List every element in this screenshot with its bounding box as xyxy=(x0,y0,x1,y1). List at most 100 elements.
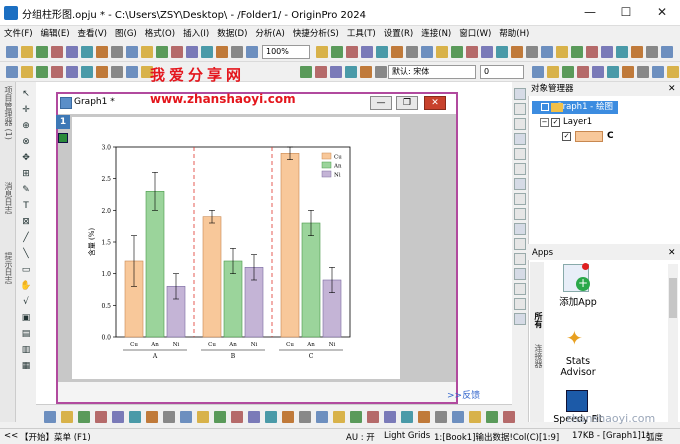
plot-tool-icon[interactable] xyxy=(197,411,209,423)
feedback-link[interactable]: >>反馈 xyxy=(447,388,480,401)
format-button-icon[interactable] xyxy=(36,66,48,78)
format-button-icon[interactable] xyxy=(532,66,544,78)
format-button-icon[interactable] xyxy=(96,66,108,78)
toolbar-button-icon[interactable] xyxy=(586,46,598,58)
graph-restore-button[interactable]: ❐ xyxy=(396,96,418,110)
graph-close-button[interactable]: ✕ xyxy=(424,96,446,110)
toolbar-button-icon[interactable] xyxy=(126,46,138,58)
apps-tab-connectors[interactable]: 连接器 xyxy=(532,344,544,368)
toolbar-button-icon[interactable] xyxy=(421,46,433,58)
status-au[interactable]: AU : 开 xyxy=(346,431,375,443)
tool-icon[interactable]: ╱ xyxy=(20,232,32,244)
plot-tool-icon[interactable] xyxy=(265,411,277,423)
status-angle[interactable]: 弧度 xyxy=(646,431,663,443)
collapse-icon[interactable]: − xyxy=(540,118,549,127)
format-button-icon[interactable] xyxy=(652,66,664,78)
plot-tool-icon[interactable] xyxy=(112,411,124,423)
plot-tool-icon[interactable] xyxy=(333,411,345,423)
tool-icon[interactable]: ▥ xyxy=(20,344,32,356)
toolbar-button-icon[interactable] xyxy=(171,46,183,58)
toolbar-button-icon[interactable] xyxy=(541,46,553,58)
zoom-select[interactable]: 100% xyxy=(262,45,310,59)
plot-tool-icon[interactable] xyxy=(180,411,192,423)
format-button-icon[interactable] xyxy=(562,66,574,78)
format-button-icon[interactable] xyxy=(375,66,387,78)
plot-tool-icon[interactable] xyxy=(452,411,464,423)
format-button-icon[interactable] xyxy=(592,66,604,78)
toolbar-button-icon[interactable] xyxy=(661,46,673,58)
tool-icon[interactable]: ▣ xyxy=(20,312,32,324)
plot-tool-icon[interactable] xyxy=(61,411,73,423)
toolbar-button-icon[interactable] xyxy=(616,46,628,58)
plot-tool-icon[interactable] xyxy=(146,411,158,423)
plot-tool-icon[interactable] xyxy=(384,411,396,423)
format-button-icon[interactable] xyxy=(547,66,559,78)
tool-icon[interactable]: ✥ xyxy=(20,152,32,164)
lock-icon[interactable] xyxy=(58,133,68,143)
graph-tool-icon[interactable] xyxy=(514,88,526,100)
graph-page[interactable]: 0.0 0.5 1.0 1.5 2.0 2.5 3.0 含量 (%) Cu An Ni A Cu An Ni… xyxy=(72,117,400,379)
tool-icon[interactable]: √ xyxy=(20,296,32,308)
toolbar-button-icon[interactable] xyxy=(111,46,123,58)
plot-tool-icon[interactable] xyxy=(316,411,328,423)
toolbar-button-icon[interactable] xyxy=(481,46,493,58)
tool-icon[interactable]: ▭ xyxy=(20,264,32,276)
graph-tool-icon[interactable] xyxy=(514,148,526,160)
format-button-icon[interactable] xyxy=(345,66,357,78)
menu-item-7[interactable]: 分析(A) xyxy=(251,26,288,42)
toolbar-button-icon[interactable] xyxy=(346,46,358,58)
menu-item-9[interactable]: 工具(T) xyxy=(343,26,380,42)
toolbar-button-icon[interactable] xyxy=(141,46,153,58)
format-button-icon[interactable] xyxy=(51,66,63,78)
plot-checkbox[interactable]: ✓ xyxy=(562,132,571,141)
toolbar-button-icon[interactable] xyxy=(451,46,463,58)
menu-item-3[interactable]: 图(G) xyxy=(111,26,141,42)
menu-item-4[interactable]: 格式(O) xyxy=(141,26,179,42)
graph-tool-icon[interactable] xyxy=(514,178,526,190)
toolbar-button-icon[interactable] xyxy=(66,46,78,58)
format-button-icon[interactable] xyxy=(360,66,372,78)
toolbar-button-icon[interactable] xyxy=(571,46,583,58)
plot-tool-icon[interactable] xyxy=(163,411,175,423)
plot-tool-icon[interactable] xyxy=(299,411,311,423)
close-icon[interactable]: ✕ xyxy=(668,248,676,258)
hint-log-tab[interactable]: 提示日志 xyxy=(2,252,14,284)
graph-tool-icon[interactable] xyxy=(514,268,526,280)
toolbar-button-icon[interactable] xyxy=(646,46,658,58)
menu-item-0[interactable]: 文件(F) xyxy=(0,26,37,42)
plot-tool-icon[interactable] xyxy=(401,411,413,423)
stats-advisor-label[interactable]: Stats Advisor xyxy=(548,356,608,378)
plot-tool-icon[interactable] xyxy=(418,411,430,423)
format-button-icon[interactable] xyxy=(622,66,634,78)
toolbar-button-icon[interactable] xyxy=(156,46,168,58)
toolbar-button-icon[interactable] xyxy=(556,46,568,58)
tool-icon[interactable]: ✎ xyxy=(20,184,32,196)
plot-tool-icon[interactable] xyxy=(214,411,226,423)
object-plot-item[interactable]: C xyxy=(607,131,614,141)
format-button-icon[interactable] xyxy=(21,66,33,78)
toolbar-button-icon[interactable] xyxy=(631,46,643,58)
status-grids[interactable]: Light Grids xyxy=(384,431,430,441)
add-app-icon[interactable]: + xyxy=(563,263,590,292)
toolbar-button-icon[interactable] xyxy=(316,46,328,58)
toolbar-button-icon[interactable] xyxy=(21,46,33,58)
status-start[interactable]: 【开始】菜单 (F1) xyxy=(20,431,91,443)
graph-tool-icon[interactable] xyxy=(514,283,526,295)
menu-item-12[interactable]: 窗口(W) xyxy=(455,26,495,42)
plot-tool-icon[interactable] xyxy=(95,411,107,423)
minimize-button[interactable]: — xyxy=(572,0,608,26)
object-layer-item[interactable]: Layer1 xyxy=(563,117,592,127)
tool-icon[interactable]: ▦ xyxy=(20,360,32,372)
speedy-fit-icon[interactable] xyxy=(566,390,588,412)
font-select[interactable]: 默认: 宋体 xyxy=(388,65,476,79)
toolbar-button-icon[interactable] xyxy=(526,46,538,58)
format-button-icon[interactable] xyxy=(315,66,327,78)
menu-item-8[interactable]: 快捷分析(S) xyxy=(289,26,343,42)
toolbar-button-icon[interactable] xyxy=(496,46,508,58)
toolbar-button-icon[interactable] xyxy=(376,46,388,58)
apps-scrollbar[interactable] xyxy=(668,264,678,422)
stats-advisor-icon[interactable]: ✦ xyxy=(566,326,588,350)
toolbar-button-icon[interactable] xyxy=(246,46,258,58)
toolbar-button-icon[interactable] xyxy=(186,46,198,58)
graph-minimize-button[interactable]: — xyxy=(370,96,392,110)
